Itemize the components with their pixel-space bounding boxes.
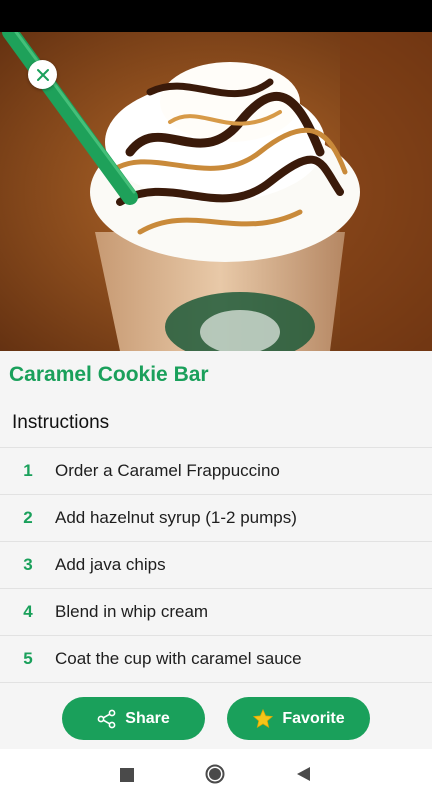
back-triangle-icon (297, 767, 310, 781)
step-number: 4 (23, 602, 33, 621)
home-circle-icon (205, 764, 225, 784)
step-text: Add hazelnut syrup (1-2 pumps) (55, 508, 297, 527)
share-label: Share (125, 709, 170, 727)
frappuccino-illustration (0, 32, 432, 351)
step-number: 5 (23, 649, 33, 668)
close-button[interactable] (28, 60, 57, 89)
step-text: Blend in whip cream (55, 602, 209, 621)
instruction-step: 5 Coat the cup with caramel sauce (0, 636, 432, 683)
status-bar (0, 0, 432, 32)
instruction-step: 3 Add java chips (0, 542, 432, 589)
recents-square-icon (120, 768, 134, 782)
instructions-header: Instructions (12, 412, 110, 433)
close-icon (36, 68, 49, 81)
star-icon (252, 708, 274, 730)
instructions-list: 1 Order a Caramel Frappuccino 2 Add haze… (0, 447, 432, 683)
home-button[interactable] (205, 764, 225, 789)
step-number: 3 (23, 555, 33, 574)
step-number: 1 (23, 461, 33, 480)
step-text: Order a Caramel Frappuccino (55, 461, 280, 480)
recipe-title: Caramel Cookie Bar (9, 363, 209, 386)
instruction-step: 1 Order a Caramel Frappuccino (0, 448, 432, 495)
favorite-label: Favorite (282, 709, 345, 727)
recents-button[interactable] (120, 768, 134, 787)
share-icon (97, 709, 117, 729)
recipe-image (0, 32, 432, 351)
back-button[interactable] (296, 767, 310, 786)
step-text: Add java chips (55, 555, 166, 574)
share-button[interactable]: Share (62, 697, 205, 740)
step-number: 2 (23, 508, 33, 527)
step-text: Coat the cup with caramel sauce (55, 649, 302, 668)
instruction-step: 2 Add hazelnut syrup (1-2 pumps) (0, 495, 432, 542)
instruction-step: 4 Blend in whip cream (0, 589, 432, 636)
favorite-button[interactable]: Favorite (227, 697, 370, 740)
